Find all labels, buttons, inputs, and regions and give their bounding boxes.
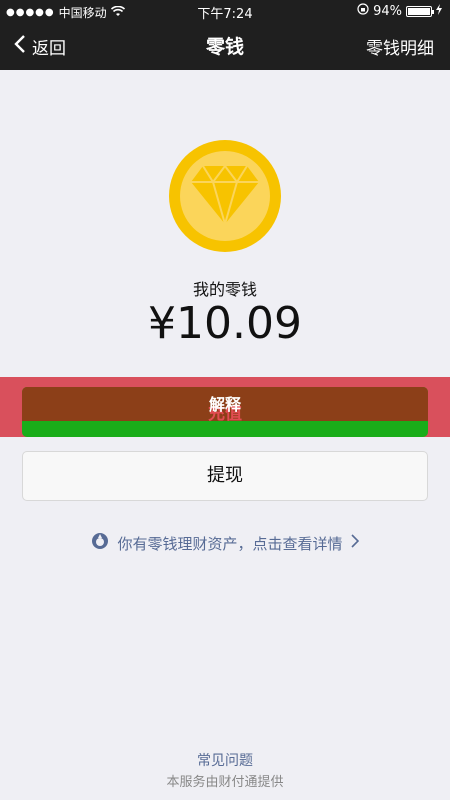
recharge-button[interactable]: 充值 解释 — [22, 387, 428, 437]
battery-icon — [406, 5, 434, 17]
chevron-right-icon — [350, 534, 359, 552]
battery-percent: 94% — [373, 3, 402, 19]
withdraw-button[interactable]: 提现 — [22, 451, 428, 501]
diamond-icon — [191, 164, 259, 228]
coin-icon — [169, 140, 281, 252]
provider-text: 本服务由财付通提供 — [166, 775, 284, 790]
wallet-detail-link[interactable]: 零钱明细 — [366, 34, 434, 59]
rotation-lock-icon — [357, 3, 369, 19]
wallet-label: 我的零钱 — [192, 280, 257, 299]
top-bar: ●●●●● 中国移动 下午7:24 94% 返回 零钱 零钱明细 — [0, 0, 450, 70]
finance-link-text: 你有零钱理财资产，点击查看详情 — [117, 534, 343, 553]
finance-icon — [91, 532, 109, 554]
faq-link[interactable]: 常见问题 — [0, 750, 450, 770]
wallet-balance: ¥10.09 — [148, 298, 302, 349]
nav-bar: 返回 零钱 零钱明细 — [0, 22, 450, 70]
overlay-explain-label: 解释 — [208, 395, 241, 414]
status-right: 94% — [357, 3, 442, 19]
charging-icon — [436, 3, 442, 19]
status-bar: ●●●●● 中国移动 下午7:24 94% — [0, 0, 450, 22]
finance-link[interactable]: 你有零钱理财资产，点击查看详情 — [0, 532, 450, 554]
